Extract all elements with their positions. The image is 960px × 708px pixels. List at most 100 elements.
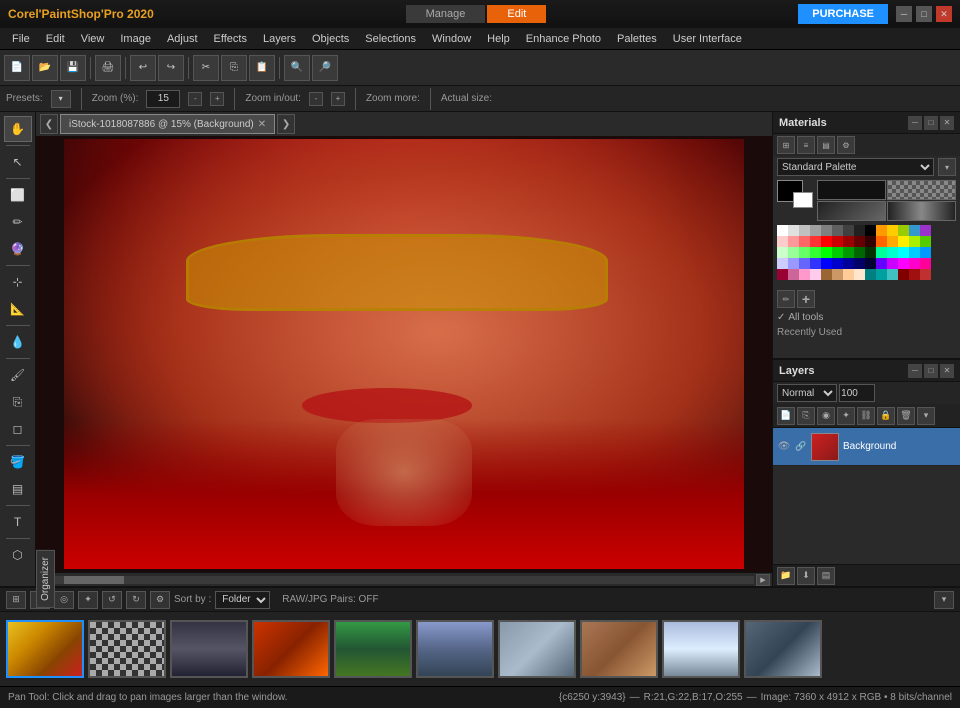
mat-view-btn-3[interactable]: ▤ [817,136,835,154]
color-cell[interactable] [777,247,788,258]
color-cell[interactable] [799,269,810,280]
strip-collapse-button[interactable]: ▾ [934,591,954,609]
color-cell[interactable] [865,236,876,247]
paste-button[interactable]: 📋 [249,55,275,81]
mat-swatch-3[interactable] [817,201,886,221]
materials-minimize-button[interactable]: ─ [908,116,922,130]
pick-tool[interactable]: ↖ [4,149,32,175]
cut-button[interactable]: ✂ [193,55,219,81]
presets-dropdown[interactable]: ▾ [51,90,71,108]
color-cell[interactable] [843,225,854,236]
clone-tool[interactable]: ⎘ [4,389,32,415]
color-cell[interactable] [843,236,854,247]
merge-button[interactable]: ⬇ [797,567,815,585]
color-cell[interactable] [777,269,788,280]
layer-visibility-icon[interactable]: 👁 [777,440,791,454]
materials-close-button[interactable]: ✕ [940,116,954,130]
mask-button[interactable]: ◉ [817,407,835,425]
layers-float-button[interactable]: □ [924,364,938,378]
organizer-tab[interactable]: Organizer [36,550,55,608]
magic-wand-tool[interactable]: 🔮 [4,236,32,262]
eye-dropper-tool[interactable]: 💧 [4,329,32,355]
mat-settings-btn[interactable]: ⚙ [837,136,855,154]
paint-brush-tool[interactable]: 🖌 [4,362,32,388]
color-cell[interactable] [909,269,920,280]
tab-edit[interactable]: Edit [487,5,546,23]
strip-view-btn-4[interactable]: ✦ [78,591,98,609]
mat-swatch-2[interactable] [887,180,956,200]
color-cell[interactable] [865,247,876,258]
fx-button[interactable]: ✦ [837,407,855,425]
color-cell[interactable] [788,225,799,236]
eraser-tool[interactable]: ◻ [4,416,32,442]
color-magenta[interactable] [898,258,909,269]
print-button[interactable]: 🖨 [95,55,121,81]
palette-select[interactable]: Standard Palette [777,158,934,176]
menu-selections[interactable]: Selections [357,31,424,47]
close-button[interactable]: ✕ [936,6,952,22]
color-cell[interactable] [799,247,810,258]
color-cell[interactable] [876,258,887,269]
color-cell[interactable] [832,236,843,247]
blend-mode-select[interactable]: Normal [777,384,837,402]
mat-view-btn-1[interactable]: ⊞ [777,136,795,154]
color-cell[interactable] [920,236,931,247]
zoom-in-out-increase[interactable]: + [331,92,345,106]
zoom-in-button[interactable]: 🔍 [284,55,310,81]
delete-layer-button[interactable]: 🗑 [897,407,915,425]
zoom-increase-button[interactable]: + [210,92,224,106]
strip-view-btn-1[interactable]: ⊞ [6,591,26,609]
color-cell[interactable] [909,236,920,247]
menu-view[interactable]: View [73,31,113,47]
color-purple[interactable] [887,258,898,269]
freehand-select-tool[interactable]: ✏ [4,209,32,235]
color-cell[interactable] [810,236,821,247]
menu-palettes[interactable]: Palettes [609,31,665,47]
color-yellow[interactable] [887,225,898,236]
canvas-viewport[interactable] [36,136,772,572]
color-orange2[interactable] [876,236,887,247]
color-cell[interactable] [876,247,887,258]
color-cell[interactable] [854,247,865,258]
color-cell[interactable] [909,225,920,236]
menu-user-interface[interactable]: User Interface [665,31,750,47]
color-cell[interactable] [777,258,788,269]
color-cell[interactable] [788,269,799,280]
thumbnail-item[interactable] [6,620,84,678]
canvas-tab[interactable]: iStock-1018087886 @ 15% (Background) ✕ [60,114,275,134]
color-cell[interactable] [810,225,821,236]
scroll-right-button[interactable]: ▶ [756,574,770,586]
color-cell[interactable] [843,269,854,280]
color-cell[interactable] [854,269,865,280]
crop-tool[interactable]: ⊹ [4,269,32,295]
color-cell[interactable] [788,247,799,258]
link-layers-button[interactable]: ⛓ [857,407,875,425]
tab-nav-right[interactable]: ❯ [277,114,295,134]
layer-item[interactable]: 👁 🔗 Background [773,428,960,466]
color-cell[interactable] [799,236,810,247]
color-red[interactable] [821,236,832,247]
color-cell[interactable] [832,269,843,280]
zoom-input[interactable] [146,90,180,108]
pan-tool[interactable]: ✋ [4,116,32,142]
color-teal[interactable] [865,269,876,280]
color-cell[interactable] [843,247,854,258]
menu-window[interactable]: Window [424,31,479,47]
horizontal-scrollbar[interactable]: ◀ ▶ [36,572,772,586]
opacity-input[interactable] [839,384,875,402]
color-cell[interactable] [887,247,898,258]
background-swatch[interactable] [793,192,813,208]
color-brown[interactable] [821,269,832,280]
color-cell[interactable] [810,269,821,280]
new-group-button[interactable]: 📁 [777,567,795,585]
copy-button[interactable]: ⎘ [221,55,247,81]
minimize-button[interactable]: ─ [896,6,912,22]
layers-menu-button[interactable]: ▾ [917,407,935,425]
lock-button[interactable]: 🔒 [877,407,895,425]
mat-view-btn-2[interactable]: ≡ [797,136,815,154]
color-cell[interactable] [898,236,909,247]
color-cell[interactable] [909,247,920,258]
text-tool[interactable]: T [4,509,32,535]
save-button[interactable]: 💾 [60,55,86,81]
fill-tool[interactable]: 🪣 [4,449,32,475]
